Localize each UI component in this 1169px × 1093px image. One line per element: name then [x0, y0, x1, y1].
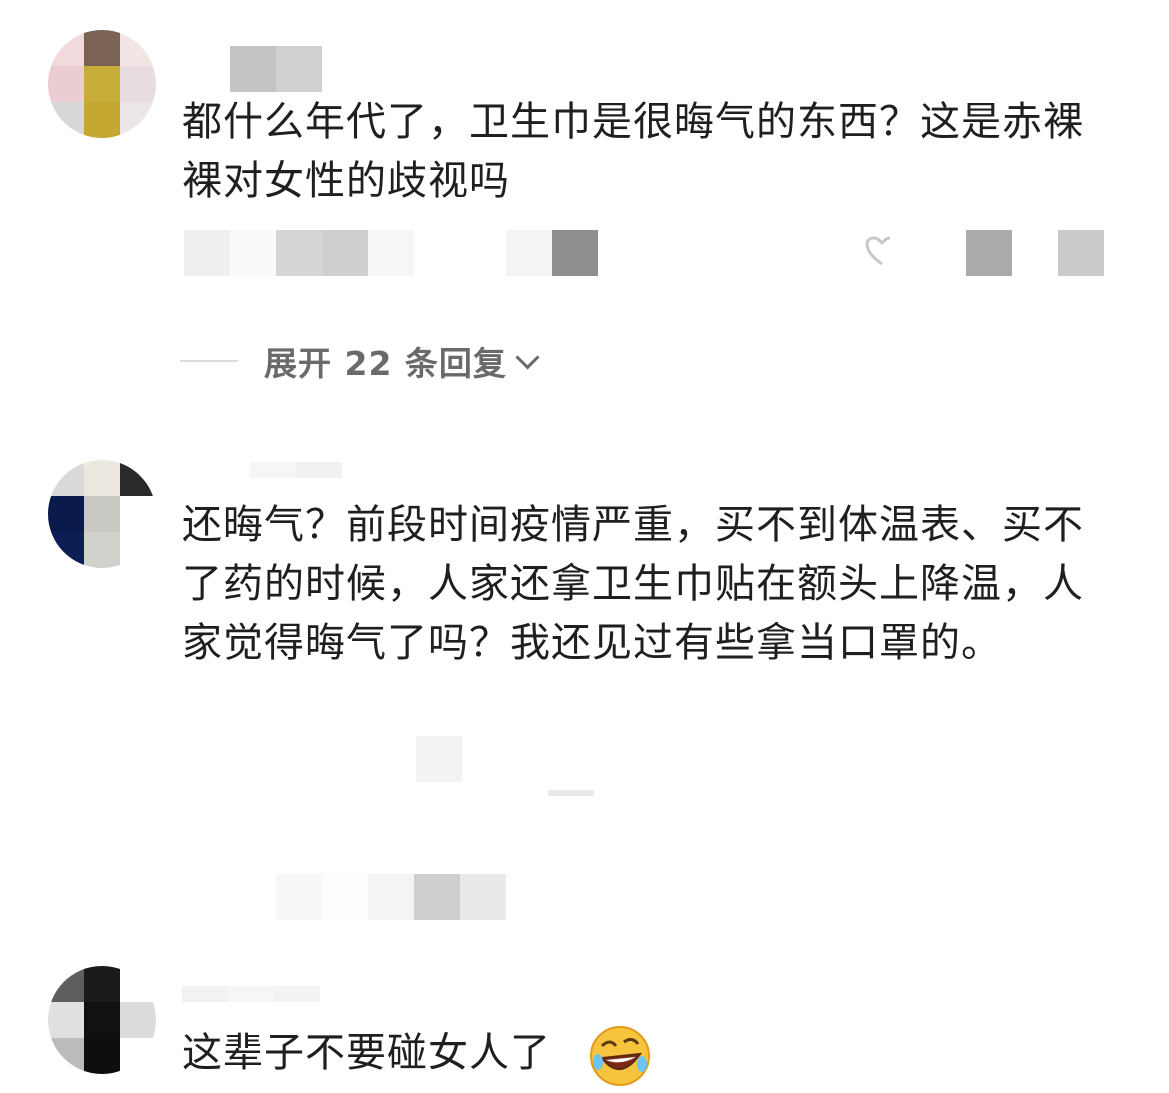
expand-replies-redacted[interactable]	[276, 874, 506, 920]
rofl-emoji	[590, 1026, 650, 1086]
expand-replies-button[interactable]: 展开 22 条回复	[180, 336, 540, 386]
username-redacted[interactable]	[250, 462, 342, 478]
reply-meta-redacted	[548, 790, 594, 796]
heart-icon[interactable]	[865, 236, 899, 266]
comment-meta-redacted	[416, 736, 462, 782]
username-redacted[interactable]	[230, 46, 322, 92]
comment-text: 都什么年代了，卫生巾是很晦气的东西？这是赤裸裸对女性的歧视吗	[182, 99, 1084, 204]
like-count-redacted	[966, 230, 1104, 276]
avatar[interactable]	[48, 966, 156, 1074]
divider	[180, 360, 238, 362]
avatar[interactable]	[48, 460, 156, 568]
chevron-down-icon	[515, 344, 540, 370]
expand-replies-label: 展开 22 条回复	[264, 344, 507, 383]
comment-text: 这辈子不要碰女人了	[182, 1030, 551, 1076]
reply-button-redacted[interactable]	[506, 230, 598, 276]
avatar[interactable]	[48, 30, 156, 138]
comment-text: 还晦气？前段时间疫情严重，买不到体温表、买不了药的时候，人家还拿卫生巾贴在额头上…	[182, 502, 1084, 666]
comment-meta-redacted	[184, 230, 414, 276]
username-redacted[interactable]	[182, 986, 320, 1002]
